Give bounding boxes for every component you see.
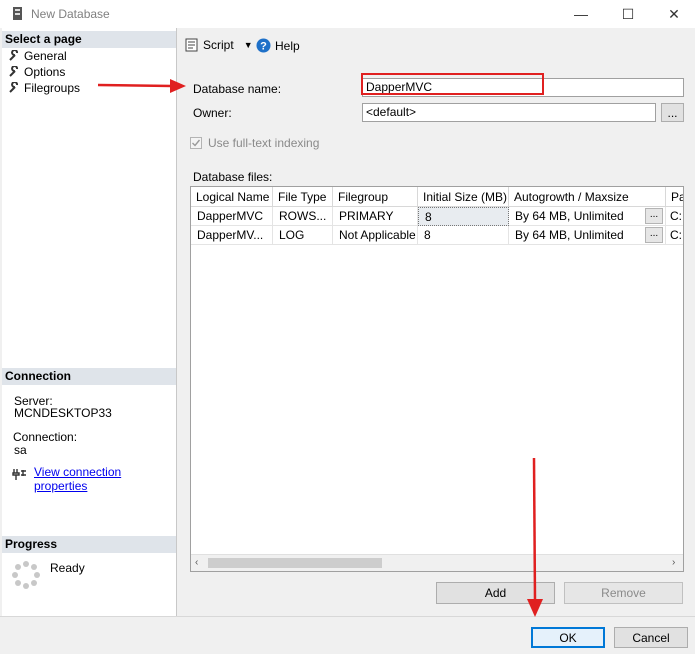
wrench-icon — [9, 66, 18, 77]
view-connection-properties-link[interactable]: View connection properties — [34, 465, 176, 493]
owner-browse-button[interactable]: ... — [661, 103, 684, 122]
column-header-file-type[interactable]: File Type — [273, 187, 333, 207]
cell-path[interactable]: C: — [666, 226, 683, 245]
database-name-label: Database name: — [193, 82, 282, 96]
autogrowth-browse-button[interactable]: ... — [645, 208, 663, 224]
wrench-icon — [9, 82, 18, 93]
select-page-header: Select a page — [2, 31, 176, 48]
chevron-down-icon[interactable]: ▼ — [244, 40, 253, 50]
scroll-right-icon[interactable]: › — [672, 557, 675, 568]
close-icon: ✕ — [668, 5, 680, 22]
cell-file-type[interactable]: ROWS... — [273, 207, 333, 226]
database-files-grid[interactable]: Logical Name File Type Filegroup Initial… — [190, 186, 684, 572]
connection-label: Connection: — [13, 430, 78, 444]
owner-label: Owner: — [193, 106, 232, 120]
page-item-filegroups[interactable]: Filegroups — [8, 80, 80, 96]
owner-input[interactable]: <default> — [362, 103, 656, 122]
page-item-options[interactable]: Options — [8, 64, 65, 80]
column-header-initial-size[interactable]: Initial Size (MB) — [418, 187, 509, 207]
cell-path[interactable]: C: — [666, 207, 683, 226]
maximize-icon: ☐ — [621, 5, 635, 22]
cell-logical-name[interactable]: DapperMVC — [191, 207, 273, 226]
close-button[interactable]: ✕ — [651, 0, 695, 28]
cell-initial-size[interactable]: 8 — [418, 207, 509, 226]
title-bar: New Database — ☐ ✕ — [0, 0, 695, 28]
database-icon — [12, 6, 24, 24]
progress-header: Progress — [2, 536, 176, 553]
fulltext-label: Use full-text indexing — [208, 136, 320, 150]
page-item-label: Options — [24, 65, 66, 79]
checkbox-checked-icon — [190, 137, 202, 149]
progress-status: Ready — [50, 561, 85, 575]
remove-button[interactable]: Remove — [564, 582, 683, 604]
database-files-label: Database files: — [193, 170, 273, 184]
scrollbar-thumb[interactable] — [208, 558, 382, 568]
autogrowth-browse-button[interactable]: ... — [645, 227, 663, 243]
cell-autogrowth[interactable]: By 64 MB, Unlimited — [509, 226, 666, 245]
annotation-arrow-down — [527, 457, 543, 617]
minimize-button[interactable]: — — [558, 0, 604, 28]
minimize-icon: — — [574, 6, 588, 22]
table-row[interactable]: DapperMV... LOG Not Applicable 8 By 64 M… — [191, 226, 683, 245]
window-title: New Database — [31, 7, 110, 21]
maximize-button[interactable]: ☐ — [605, 0, 651, 28]
horizontal-scrollbar[interactable]: ‹ › — [191, 554, 683, 571]
svg-text:?: ? — [260, 41, 267, 53]
cell-file-type[interactable]: LOG — [273, 226, 333, 245]
help-icon: ? — [256, 38, 271, 53]
column-header-filegroup[interactable]: Filegroup — [333, 187, 418, 207]
fulltext-checkbox[interactable]: Use full-text indexing — [190, 136, 319, 150]
cell-filegroup[interactable]: Not Applicable — [333, 226, 418, 245]
annotation-arrow-right — [97, 79, 186, 93]
cell-autogrowth[interactable]: By 64 MB, Unlimited — [509, 207, 666, 226]
left-panel: Select a page General Options Filegroups… — [2, 28, 177, 616]
help-button[interactable]: ? Help — [256, 38, 300, 53]
cell-initial-size[interactable]: 8 — [418, 226, 509, 245]
page-item-label: Filegroups — [24, 81, 81, 95]
help-label: Help — [275, 38, 300, 53]
column-header-path[interactable]: Pa — [666, 187, 683, 207]
script-icon — [185, 38, 198, 52]
scroll-left-icon[interactable]: ‹ — [195, 557, 198, 568]
progress-spinner-icon — [11, 560, 41, 593]
ok-button[interactable]: OK — [531, 627, 605, 648]
connection-header: Connection — [2, 368, 176, 385]
server-value: MCNDESKTOP33 — [14, 406, 112, 420]
page-item-label: General — [24, 49, 67, 63]
cancel-button[interactable]: Cancel — [614, 627, 688, 648]
connection-properties-icon — [12, 467, 28, 484]
cell-logical-name[interactable]: DapperMV... — [191, 226, 273, 245]
script-button[interactable]: Script ▼ — [185, 38, 253, 52]
column-header-autogrowth[interactable]: Autogrowth / Maxsize — [509, 187, 666, 207]
wrench-icon — [9, 50, 18, 61]
connection-value: sa — [14, 443, 27, 457]
cell-filegroup[interactable]: PRIMARY — [333, 207, 418, 226]
page-item-general[interactable]: General — [8, 48, 67, 64]
column-header-logical-name[interactable]: Logical Name — [191, 187, 273, 207]
table-row[interactable]: DapperMVC ROWS... PRIMARY 8 By 64 MB, Un… — [191, 207, 683, 226]
annotation-highlight-box — [361, 73, 544, 95]
script-label: Script — [203, 38, 234, 52]
